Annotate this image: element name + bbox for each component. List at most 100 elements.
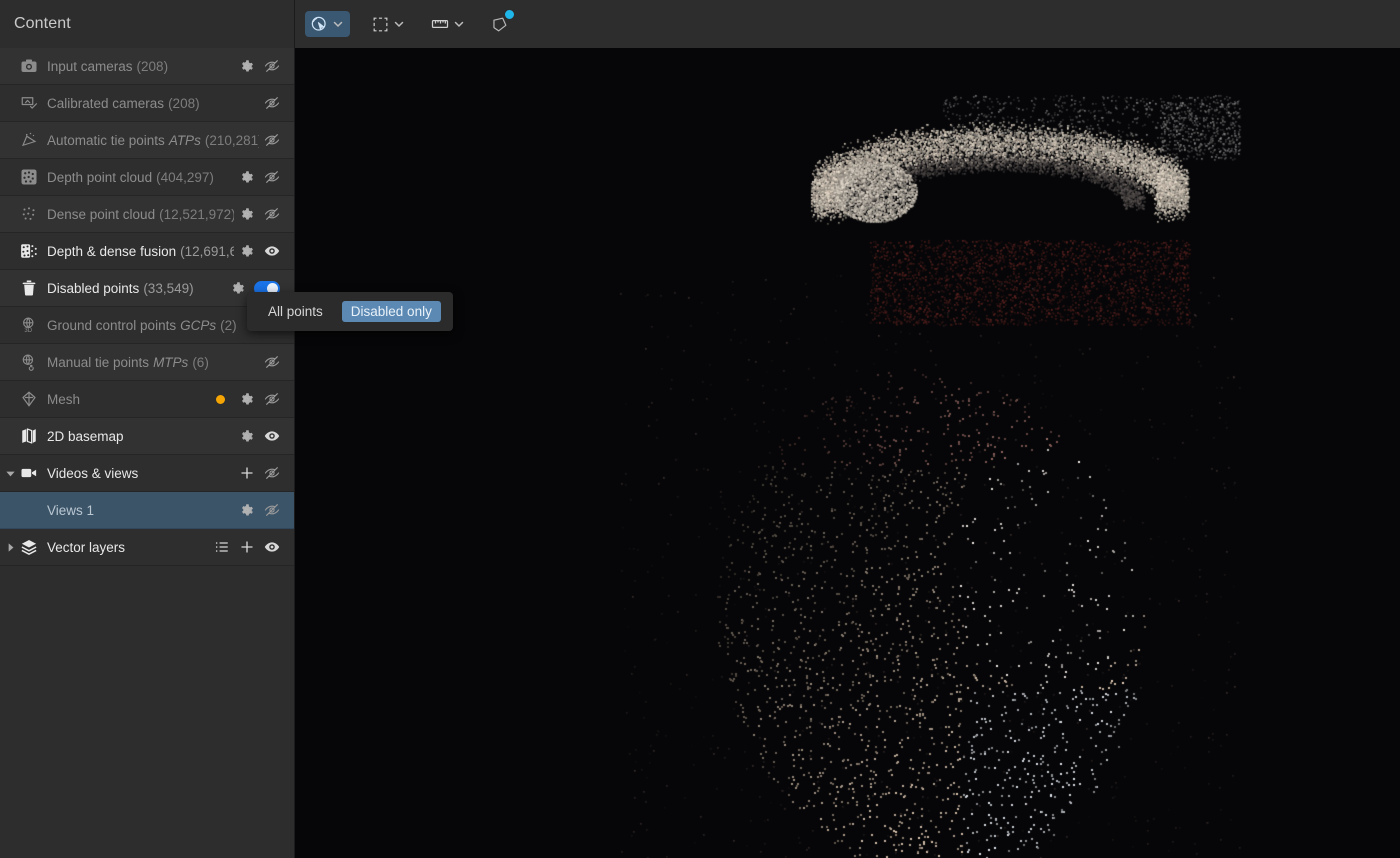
twisty-placeholder	[5, 196, 18, 232]
content-panel: Content Input cameras(208) Calibrated cam…	[0, 0, 295, 858]
eye-off-icon[interactable]	[259, 54, 284, 79]
gear-icon[interactable]	[234, 202, 259, 227]
row-text: Views 1	[47, 503, 94, 518]
row-actions	[259, 91, 284, 116]
eye-off-icon[interactable]	[259, 91, 284, 116]
eye-off-icon[interactable]	[259, 202, 284, 227]
segment-all-points[interactable]: All points	[259, 301, 332, 322]
row-icon-placeholder	[18, 499, 40, 521]
chevron-down-icon[interactable]	[331, 18, 345, 30]
eye-off-icon[interactable]	[259, 387, 284, 412]
tree-row-2d-basemap[interactable]: 2D basemap	[0, 418, 294, 455]
eye-off-icon[interactable]	[259, 461, 284, 486]
depth-cloud-icon	[18, 166, 40, 188]
row-actions	[259, 128, 284, 153]
eye-off-icon[interactable]	[259, 165, 284, 190]
disabled-points-filter-popup[interactable]: All points Disabled only	[247, 292, 453, 331]
eye-icon[interactable]	[259, 535, 284, 560]
mesh-status-dot	[216, 395, 225, 404]
gear-icon[interactable]	[234, 498, 259, 523]
chevron-down-icon[interactable]	[452, 18, 466, 30]
tree-row-label: Depth point cloud(404,297)	[47, 170, 234, 185]
row-text: Videos & views	[47, 466, 138, 481]
row-actions	[259, 350, 284, 375]
svg-text:3D: 3D	[24, 328, 32, 334]
twisty-placeholder	[5, 270, 18, 306]
tree-row-label: 2D basemap	[47, 429, 234, 444]
3d-viewport[interactable]	[295, 0, 1400, 858]
twisty-placeholder	[5, 159, 18, 195]
eye-icon[interactable]	[259, 239, 284, 264]
gear-icon[interactable]	[234, 424, 259, 449]
page-title: Content	[14, 15, 71, 33]
tree-row-label: Depth & dense fusion (12,691,697)	[47, 244, 234, 259]
point-select-tool[interactable]	[305, 11, 350, 37]
eye-off-icon[interactable]	[259, 498, 284, 523]
measure-tool[interactable]	[425, 11, 471, 37]
tree-row-label: Views 1	[47, 503, 234, 518]
video-icon	[18, 462, 40, 484]
chevron-down-icon[interactable]	[392, 18, 406, 30]
row-actions	[234, 202, 284, 227]
list-icon[interactable]	[209, 535, 234, 560]
row-count: (12,521,972)	[159, 207, 234, 222]
gear-icon[interactable]	[234, 387, 259, 412]
tree-row-depth-point-cloud[interactable]: Depth point cloud(404,297)	[0, 159, 294, 196]
tree-row-mesh[interactable]: Mesh	[0, 381, 294, 418]
layers-icon	[18, 536, 40, 558]
calibrated-camera-icon	[18, 92, 40, 114]
chevron-down-icon[interactable]	[5, 455, 18, 491]
polygon-tool[interactable]	[485, 11, 514, 37]
gear-icon[interactable]	[234, 54, 259, 79]
row-text: Input cameras	[47, 59, 133, 74]
tree-row-label: Dense point cloud(12,521,972)	[47, 207, 234, 222]
plus-icon[interactable]	[234, 535, 259, 560]
row-count: (33,549)	[143, 281, 193, 296]
tree-row-automatic-tie-points[interactable]: Automatic tie pointsATPs(210,281)	[0, 122, 294, 159]
row-text: Depth point cloud	[47, 170, 152, 185]
tree-row-label: Calibrated cameras(208)	[47, 96, 259, 111]
tree-row-vector-layers[interactable]: Vector layers	[0, 529, 294, 566]
point-cloud-render[interactable]	[295, 48, 1400, 858]
plus-icon[interactable]	[234, 461, 259, 486]
tree-row-label: Mesh	[47, 392, 216, 407]
eye-off-icon[interactable]	[259, 350, 284, 375]
mesh-icon	[18, 388, 40, 410]
segment-disabled-only[interactable]: Disabled only	[342, 301, 441, 322]
notification-badge	[504, 9, 515, 20]
eye-off-icon[interactable]	[259, 128, 284, 153]
row-count: (2)	[220, 318, 237, 333]
viewport-toolbar	[295, 0, 1400, 48]
dense-cloud-icon	[18, 203, 40, 225]
eye-icon[interactable]	[259, 424, 284, 449]
gear-icon[interactable]	[234, 239, 259, 264]
tree-row-label: Videos & views	[47, 466, 234, 481]
tree-row-depth-dense-fusion[interactable]: Depth & dense fusion (12,691,697)	[0, 233, 294, 270]
tree-row-videos-and-views[interactable]: Videos & views	[0, 455, 294, 492]
twisty-placeholder	[5, 233, 18, 269]
twisty-placeholder	[5, 122, 18, 158]
tree-row-views-1[interactable]: Views 1	[0, 492, 294, 529]
row-count: (12,691,697)	[180, 244, 234, 259]
row-actions	[234, 239, 284, 264]
twisty-placeholder	[5, 381, 18, 417]
row-actions	[234, 165, 284, 190]
tree-row-dense-point-cloud[interactable]: Dense point cloud(12,521,972)	[0, 196, 294, 233]
row-actions	[234, 461, 284, 486]
camera-icon	[18, 55, 40, 77]
ruler-icon	[430, 14, 450, 34]
tree-row-input-cameras[interactable]: Input cameras(208)	[0, 48, 294, 85]
fusion-icon	[18, 240, 40, 262]
chevron-right-icon[interactable]	[5, 529, 18, 565]
tree-row-calibrated-cameras[interactable]: Calibrated cameras(208)	[0, 85, 294, 122]
row-text: Automatic tie points	[47, 133, 165, 148]
tree-row-manual-tie-points[interactable]: Manual tie pointsMTPs(6)	[0, 344, 294, 381]
twisty-placeholder	[5, 85, 18, 121]
row-text: Ground control points	[47, 318, 176, 333]
gear-icon[interactable]	[234, 165, 259, 190]
rectangle-select-tool[interactable]	[366, 11, 411, 37]
row-text: Depth & dense fusion	[47, 244, 176, 259]
row-actions	[234, 54, 284, 79]
tree-row-label: Vector layers	[47, 540, 209, 555]
tie-points-icon	[18, 129, 40, 151]
